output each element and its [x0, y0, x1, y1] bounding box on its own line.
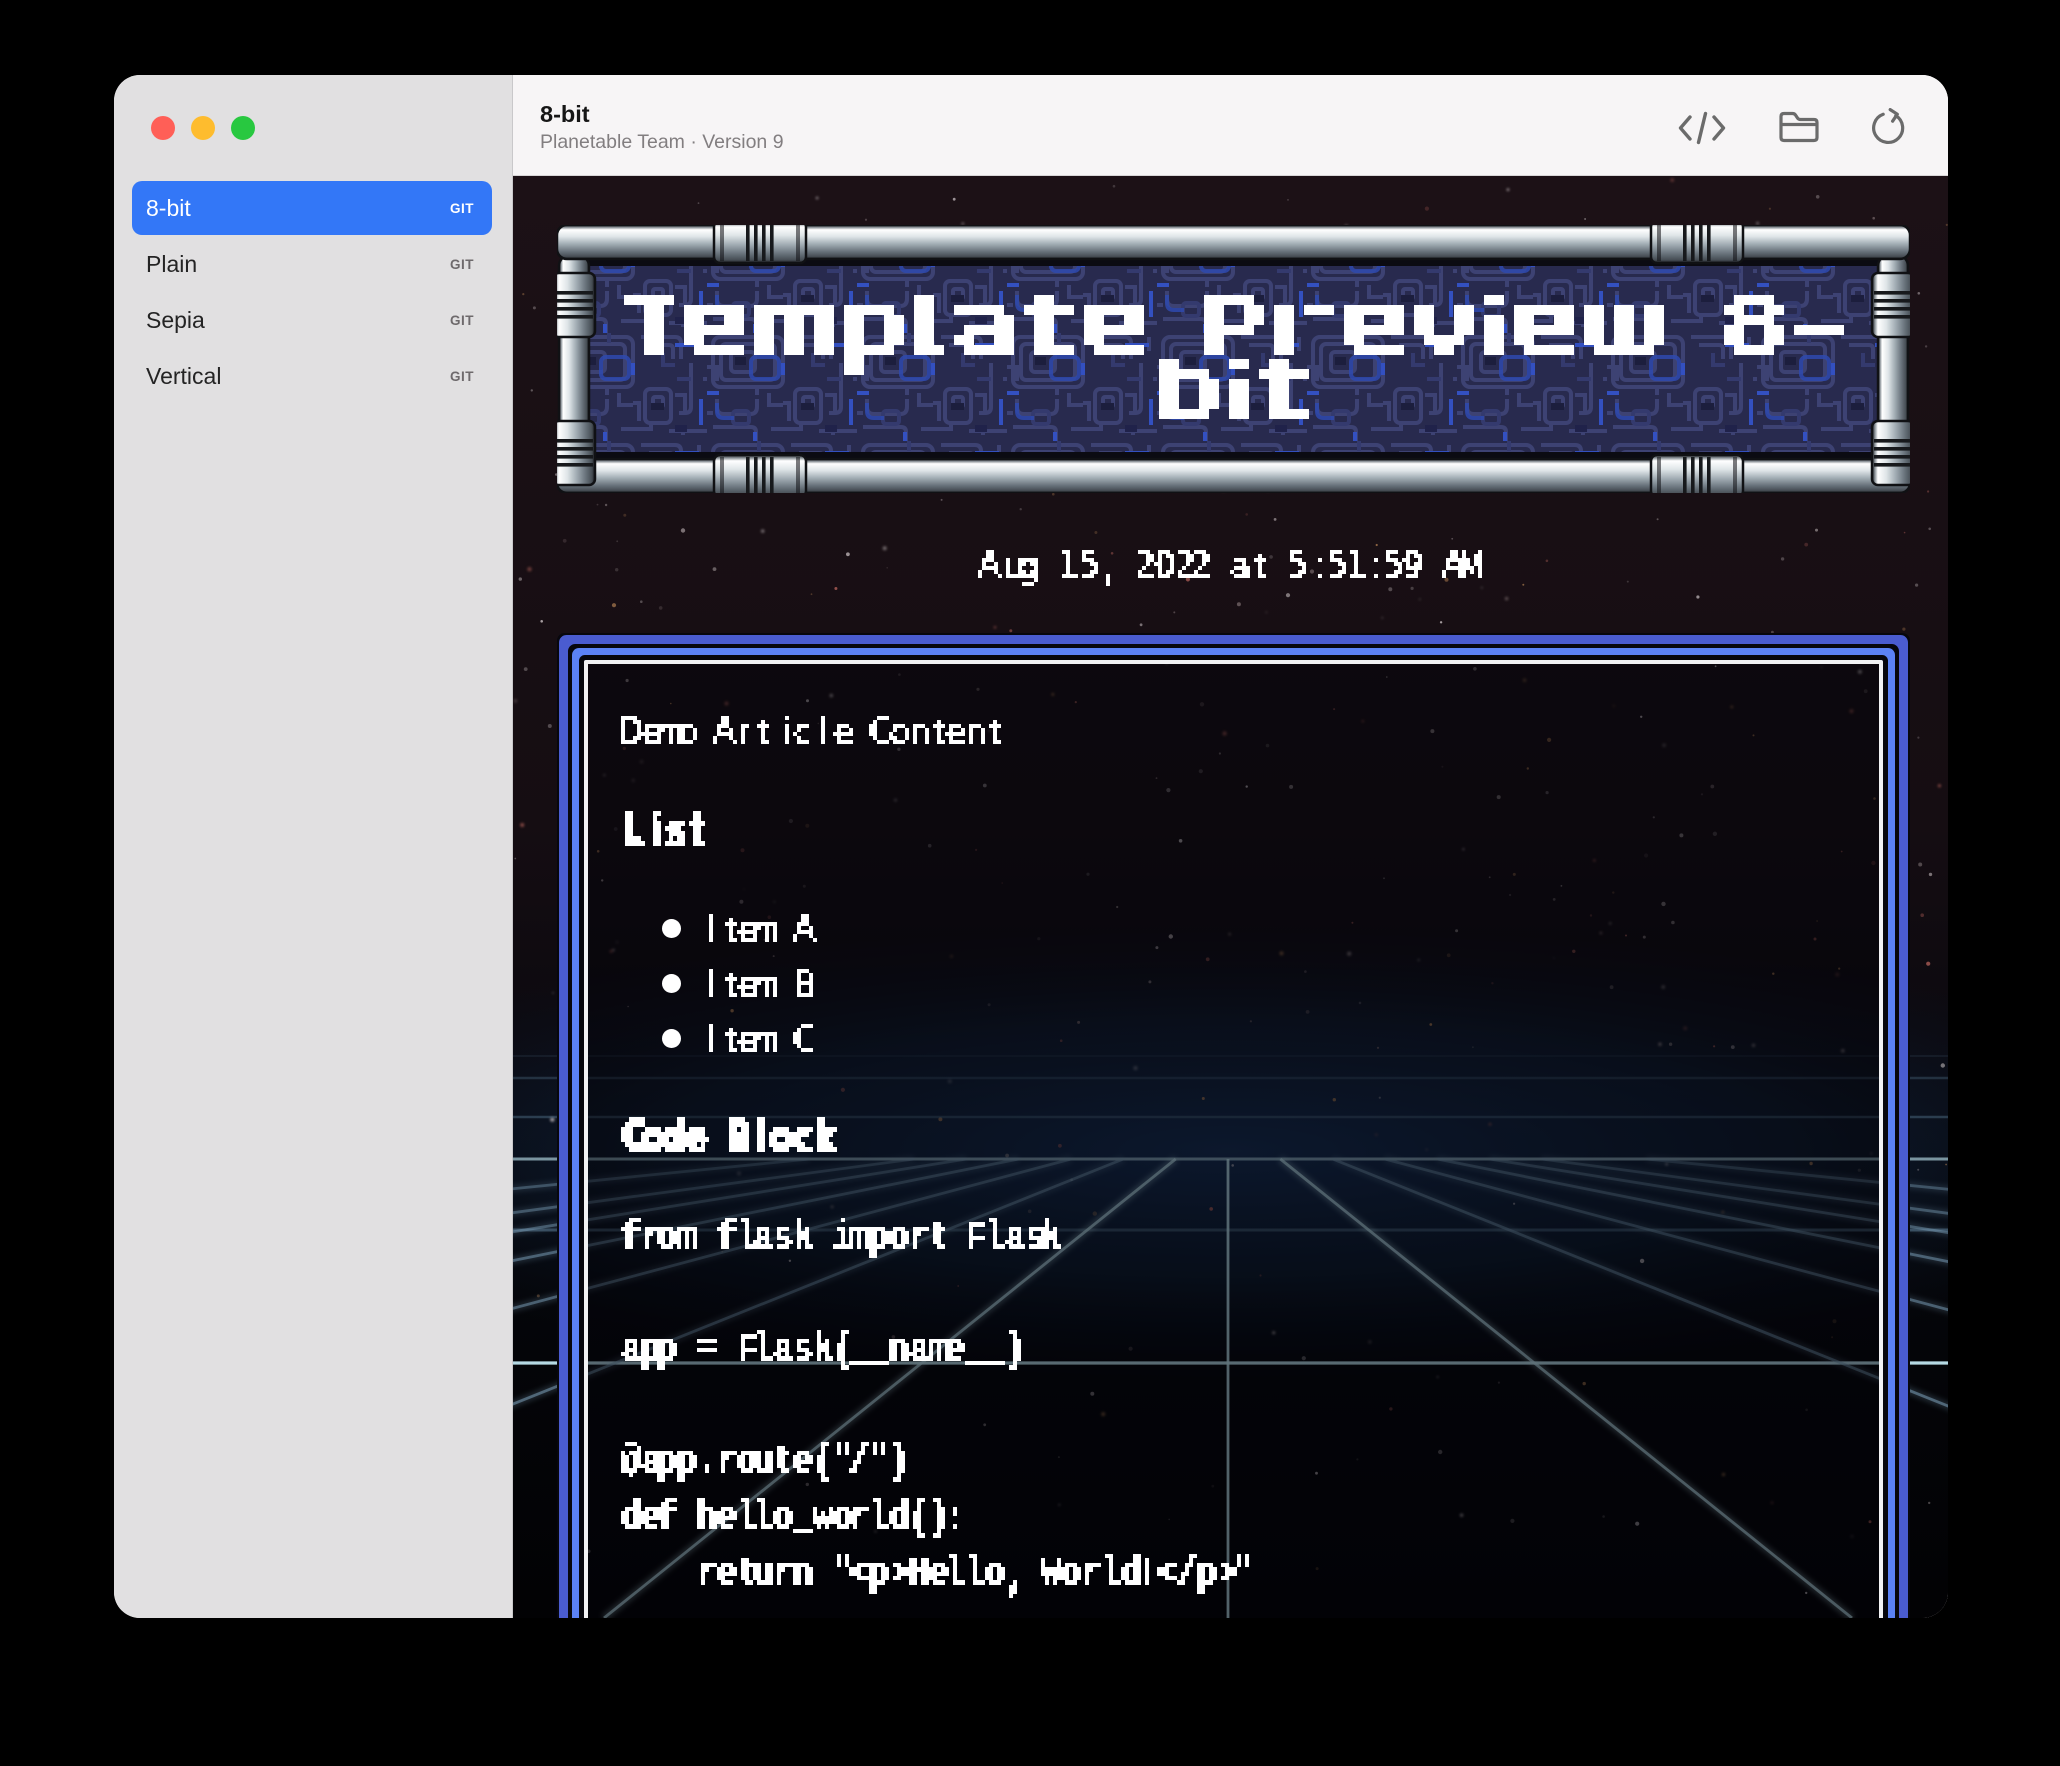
git-badge: GIT [450, 200, 474, 216]
article-line [617, 1218, 1073, 1258]
zoom-button[interactable] [231, 116, 255, 140]
reload-icon[interactable] [1869, 108, 1907, 146]
date-text [977, 550, 1490, 586]
list-item [697, 914, 825, 942]
code-line [617, 1330, 1033, 1370]
list-bullet [662, 974, 681, 993]
list-item [697, 969, 825, 997]
code-line [617, 1554, 1265, 1598]
article-line [617, 1554, 1265, 1598]
banner [557, 225, 1910, 493]
article-line [617, 1117, 841, 1152]
article-line [617, 716, 1013, 744]
code-line [617, 1218, 1073, 1258]
code-icon[interactable] [1678, 111, 1726, 145]
main-panel: 8-bit Planetable Team · Version 9 [513, 75, 1948, 1618]
code-heading [617, 1117, 841, 1152]
banner-title-line2 [1158, 358, 1309, 439]
list-bullet [662, 1029, 681, 1048]
close-button[interactable] [151, 116, 175, 140]
minimize-button[interactable] [191, 116, 215, 140]
sidebar-item-sepia[interactable]: Sepia GIT [132, 293, 492, 347]
article-box [584, 660, 1883, 1618]
code-line [617, 1442, 917, 1482]
article-intro [617, 716, 1013, 744]
list-heading [617, 811, 717, 846]
code-line [617, 1498, 977, 1538]
page-subtitle: Planetable Team · Version 9 [540, 131, 784, 153]
article-line [617, 1498, 977, 1538]
folder-icon[interactable] [1779, 111, 1819, 143]
article-line [617, 1442, 917, 1482]
list-bullet [662, 919, 681, 938]
sidebar-item-vertical[interactable]: Vertical GIT [132, 349, 492, 403]
template-list: 8-bit GIT Plain GIT Sepia GIT Vertical G… [132, 181, 492, 405]
sidebar-item-8-bit[interactable]: 8-bit GIT [132, 181, 492, 235]
article-line [617, 811, 717, 846]
banner-title-line [623, 294, 1844, 375]
sidebar-item-label: Plain [146, 250, 198, 277]
banner-title [585, 262, 1882, 455]
banner-title-line [1158, 358, 1309, 439]
article-line [697, 1024, 825, 1052]
sidebar-item-label: Sepia [146, 306, 205, 333]
sidebar-item-plain[interactable]: Plain GIT [132, 237, 492, 291]
article-line [617, 1330, 1033, 1370]
page-title: 8-bit [540, 101, 590, 127]
sidebar-item-label: Vertical [146, 362, 222, 389]
sidebar-item-label: 8-bit [146, 194, 191, 221]
article-content [588, 664, 1879, 1618]
git-badge: GIT [450, 256, 474, 272]
template-preview [513, 176, 1948, 1618]
article-line [697, 969, 825, 997]
list-item [697, 1024, 825, 1052]
sidebar: 8-bit GIT Plain GIT Sepia GIT Vertical G… [114, 75, 513, 1618]
traffic-lights [151, 116, 255, 140]
git-badge: GIT [450, 312, 474, 328]
app-window: 8-bit GIT Plain GIT Sepia GIT Vertical G… [114, 75, 1948, 1618]
preview-header: 8-bit Planetable Team · Version 9 [513, 75, 1948, 176]
article-line [697, 914, 825, 942]
article-date [557, 550, 1910, 586]
git-badge: GIT [450, 368, 474, 384]
